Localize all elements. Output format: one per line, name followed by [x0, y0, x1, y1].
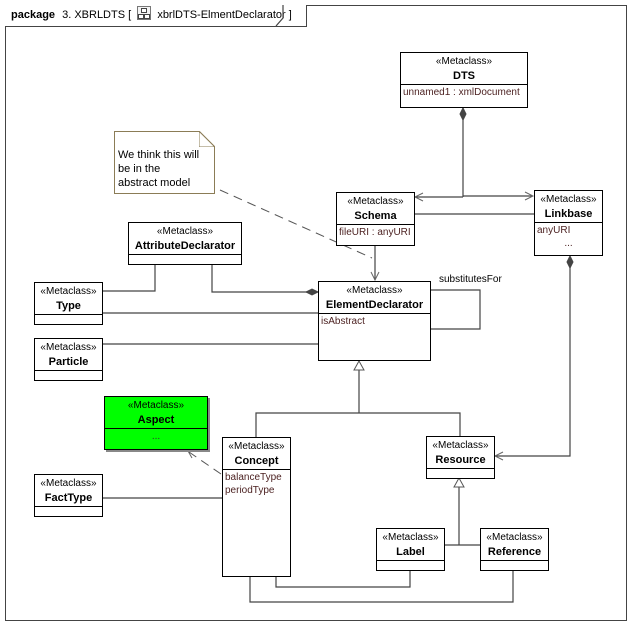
attribute-compartment	[427, 468, 494, 481]
attribute-compartment: unnamed1 : xmlDocument	[401, 84, 527, 100]
note-line: be in the	[118, 163, 161, 175]
class-name: DTS	[453, 70, 475, 82]
tab-corner-line	[275, 5, 284, 27]
stereotype: «Metaclass»	[435, 56, 493, 67]
attribute-compartment	[377, 560, 444, 573]
linkbase-resource-composition	[495, 262, 571, 457]
stereotype: «Metaclass»	[228, 441, 285, 452]
class-name: Aspect	[137, 414, 175, 426]
attribute-compartment: isAbstract	[319, 313, 430, 360]
class-name: Concept	[234, 455, 279, 467]
stereotype: «Metaclass»	[347, 196, 404, 207]
attribute-ellipsis: ...	[151, 431, 161, 442]
attribute-compartment	[481, 560, 548, 573]
class-type[interactable]: «Metaclass» Type	[34, 282, 103, 325]
attribute: isAbstract	[321, 316, 365, 327]
stereotype: «Metaclass»	[382, 532, 439, 543]
class-aspect[interactable]: «Metaclass» Aspect ...	[104, 396, 208, 450]
note-abstract-model[interactable]: We think this will be in the abstract mo…	[114, 131, 215, 194]
class-attribute-declarator[interactable]: «Metaclass» AttributeDeclarator	[128, 222, 242, 265]
attribute: anyURI	[537, 225, 571, 236]
stereotype: «Metaclass»	[486, 532, 543, 543]
class-reference[interactable]: «Metaclass» Reference	[480, 528, 549, 571]
attribute: balanceType	[225, 472, 282, 483]
attribute-type-association	[103, 264, 156, 292]
class-name: ElementDeclarator	[325, 299, 424, 311]
concept-aspect-dependency	[188, 451, 222, 475]
attribute-compartment	[35, 314, 102, 327]
attribute-compartment: ...	[105, 428, 207, 444]
class-name: Resource	[435, 454, 486, 466]
class-name: Label	[396, 546, 425, 558]
attribute-compartment	[35, 506, 102, 519]
stereotype: «Metaclass»	[40, 478, 97, 489]
class-name: Type	[56, 300, 81, 312]
attribute: fileURI : anyURI	[339, 227, 411, 238]
class-label[interactable]: «Metaclass» Label	[376, 528, 445, 571]
class-name: Schema	[354, 210, 397, 222]
class-particle[interactable]: «Metaclass» Particle	[34, 338, 103, 381]
attribute: unnamed1 : xmlDocument	[403, 87, 520, 98]
substitutes-for-label: substitutesFor	[439, 274, 502, 285]
stereotype: «Metaclass»	[432, 440, 489, 451]
note-line: We think this will	[118, 149, 200, 161]
substitutes-for-self-association	[430, 289, 481, 330]
stereotype: «Metaclass»	[127, 400, 185, 411]
element-generalization-triangle	[353, 359, 365, 371]
class-fact-type[interactable]: «Metaclass» FactType	[34, 474, 103, 517]
attribute-compartment: anyURI...	[535, 222, 602, 251]
class-schema[interactable]: «Metaclass» Schema fileURI : anyURI	[336, 192, 415, 246]
class-name: Particle	[48, 356, 89, 368]
dts-composition-diamond	[459, 106, 467, 122]
stereotype: «Metaclass»	[540, 194, 597, 205]
stereotype: «Metaclass»	[40, 286, 97, 297]
stereotype: «Metaclass»	[346, 285, 403, 296]
class-name: Reference	[487, 546, 542, 558]
attribute-ellipsis: ...	[564, 238, 573, 249]
attribute: periodType	[225, 485, 275, 496]
aspect-arrowhead	[187, 450, 195, 459]
attribute-compartment: fileURI : anyURI	[337, 224, 414, 240]
class-element-declarator[interactable]: «Metaclass» ElementDeclarator isAbstract	[318, 281, 431, 361]
note-fold-corner	[199, 131, 215, 147]
attribute-compartment: balanceType periodType	[223, 469, 290, 498]
class-linkbase[interactable]: «Metaclass» Linkbase anyURI...	[534, 190, 603, 256]
class-name: FactType	[44, 492, 93, 504]
note-line: abstract model	[118, 177, 191, 189]
attribute-compartment	[35, 370, 102, 383]
class-resource[interactable]: «Metaclass» Resource	[426, 436, 495, 479]
class-name: AttributeDeclarator	[134, 240, 236, 252]
element-composition-diamond	[304, 288, 320, 296]
stereotype: «Metaclass»	[40, 342, 97, 353]
attribute-element-composition	[211, 264, 316, 293]
linkbase-composition-diamond	[566, 254, 574, 270]
class-concept[interactable]: «Metaclass» Concept balanceType periodType	[222, 437, 291, 577]
generalization-branch	[255, 412, 461, 437]
stereotype: «Metaclass»	[156, 226, 214, 237]
attribute-compartment	[129, 254, 241, 267]
class-name: Linkbase	[544, 208, 593, 220]
class-dts[interactable]: «Metaclass» DTS unnamed1 : xmlDocument	[400, 52, 528, 108]
